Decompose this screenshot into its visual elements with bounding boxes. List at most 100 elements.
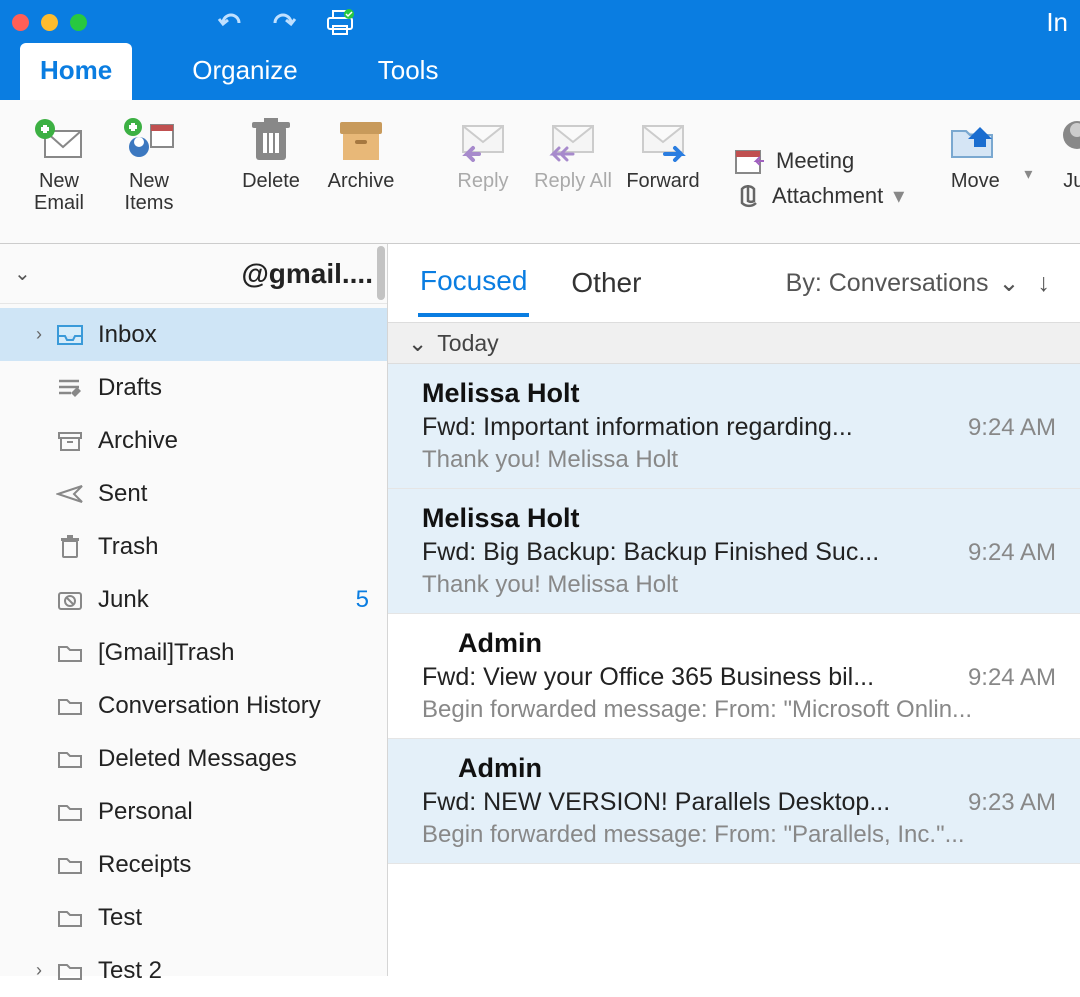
new-items-label: New Items: [108, 170, 190, 214]
folder-drafts[interactable]: Drafts: [0, 361, 387, 414]
message-preview: Begin forwarded message: From: "Parallel…: [422, 821, 1056, 849]
chevron-down-icon: ⌄: [999, 268, 1020, 298]
folder-label: Personal: [98, 798, 193, 826]
folder-icon: [54, 643, 86, 663]
account-row[interactable]: ⌄ @gmail....: [0, 244, 387, 304]
folder-icon: [54, 908, 86, 928]
delete-label: Delete: [242, 170, 300, 192]
maximize-window-button[interactable]: [70, 14, 87, 31]
folder-icon: [54, 855, 86, 875]
folder-label: Archive: [98, 427, 178, 455]
folder-label: Receipts: [98, 851, 191, 879]
account-name: @gmail....: [241, 258, 373, 290]
message-preview: Thank you! Melissa Holt: [422, 571, 1056, 599]
sort-dropdown[interactable]: By: Conversations ⌄ ↓: [786, 268, 1050, 298]
meeting-icon: [734, 147, 766, 175]
folder-personal[interactable]: Personal: [0, 785, 387, 838]
folder-test-2[interactable]: › Test 2: [0, 944, 387, 997]
message-time: 9:23 AM: [968, 789, 1056, 817]
folder-label: Drafts: [98, 374, 162, 402]
message-time: 9:24 AM: [968, 414, 1056, 442]
folder-test[interactable]: Test: [0, 891, 387, 944]
folder-label: Test 2: [98, 957, 162, 985]
trash-icon: [54, 535, 86, 559]
tab-home[interactable]: Home: [20, 43, 132, 100]
folder-label: Test: [98, 904, 142, 932]
attachment-label: Attachment: [772, 183, 883, 209]
reply-icon: [455, 114, 511, 166]
new-email-label: New Email: [18, 170, 100, 214]
message-item[interactable]: Melissa HoltFwd: Important information r…: [388, 364, 1080, 489]
archive-label: Archive: [328, 170, 395, 192]
delete-button[interactable]: Delete: [230, 110, 312, 192]
reply-button[interactable]: Reply: [442, 110, 524, 192]
undo-icon[interactable]: [217, 13, 243, 33]
message-preview: Thank you! Melissa Holt: [422, 446, 1056, 474]
close-window-button[interactable]: [12, 14, 29, 31]
move-button[interactable]: Move: [934, 110, 1016, 192]
attachment-button[interactable]: Attachment ▾: [734, 181, 904, 211]
folder-label: Conversation History: [98, 692, 321, 720]
scrollbar-thumb[interactable]: [377, 246, 385, 300]
folder--gmail-trash[interactable]: [Gmail]Trash: [0, 626, 387, 679]
meeting-button[interactable]: Meeting: [734, 147, 904, 175]
folder-label: Deleted Messages: [98, 745, 297, 773]
tab-focused[interactable]: Focused: [418, 249, 529, 317]
folder-icon: [54, 749, 86, 769]
folder-trash[interactable]: Trash: [0, 520, 387, 573]
chevron-down-icon: ▾: [893, 183, 904, 209]
folder-sidebar: ⌄ @gmail.... ›Inbox Drafts Archive Sent Tras…: [0, 244, 388, 976]
section-label: Today: [437, 330, 498, 357]
folder-sent[interactable]: Sent: [0, 467, 387, 520]
archive-button[interactable]: Archive: [320, 110, 402, 192]
move-dropdown-icon[interactable]: ▾: [1024, 164, 1032, 184]
folder-label: [Gmail]Trash: [98, 639, 234, 667]
folder-conversation-history[interactable]: Conversation History: [0, 679, 387, 732]
junk-button[interactable]: Junk: [1052, 110, 1080, 192]
folder-junk[interactable]: Junk5: [0, 573, 387, 626]
message-item[interactable]: AdminFwd: NEW VERSION! Parallels Desktop…: [388, 739, 1080, 864]
inbox-icon: [54, 324, 86, 346]
section-today[interactable]: ⌄ Today: [388, 322, 1080, 364]
tab-organize[interactable]: Organize: [172, 43, 318, 100]
tab-other[interactable]: Other: [569, 251, 643, 315]
junk-label: Junk: [1063, 170, 1080, 192]
folder-deleted-messages[interactable]: Deleted Messages: [0, 732, 387, 785]
window-title: In: [1046, 7, 1068, 38]
new-email-icon: [31, 114, 87, 166]
message-tabs: Focused Other By: Conversations ⌄ ↓: [388, 244, 1080, 322]
redo-icon[interactable]: [271, 13, 297, 33]
move-label: Move: [951, 170, 1000, 192]
chevron-right-icon: ›: [36, 324, 54, 345]
arrow-down-icon: ↓: [1038, 269, 1051, 298]
folder-icon: [54, 961, 86, 981]
tab-tools[interactable]: Tools: [358, 43, 459, 100]
message-item[interactable]: AdminFwd: View your Office 365 Business …: [388, 614, 1080, 739]
quick-access-toolbar: [217, 9, 355, 37]
attachment-icon: [734, 181, 762, 211]
print-icon[interactable]: [325, 9, 355, 37]
sort-label: By: Conversations: [786, 269, 989, 298]
titlebar: In: [0, 0, 1080, 45]
folder-archive[interactable]: Archive: [0, 414, 387, 467]
folder-label: Trash: [98, 533, 158, 561]
minimize-window-button[interactable]: [41, 14, 58, 31]
folder-inbox[interactable]: ›Inbox: [0, 308, 387, 361]
meeting-label: Meeting: [776, 148, 854, 174]
chevron-right-icon: ›: [36, 960, 54, 981]
message-time: 9:24 AM: [968, 664, 1056, 692]
ribbon-tabs: Home Organize Tools: [0, 45, 1080, 100]
drafts-icon: [54, 377, 86, 399]
new-email-button[interactable]: New Email: [18, 110, 100, 214]
forward-icon: [635, 114, 691, 166]
folder-receipts[interactable]: Receipts: [0, 838, 387, 891]
ribbon: New Email New Items Delete Archive Reply…: [0, 100, 1080, 244]
forward-button[interactable]: Forward: [622, 110, 704, 192]
message-item[interactable]: Melissa HoltFwd: Big Backup: Backup Fini…: [388, 489, 1080, 614]
message-list-pane: Focused Other By: Conversations ⌄ ↓ ⌄ To…: [388, 244, 1080, 976]
folder-icon: [54, 802, 86, 822]
reply-all-button[interactable]: Reply All: [532, 110, 614, 192]
sent-icon: [54, 484, 86, 504]
folder-label: Sent: [98, 480, 147, 508]
new-items-button[interactable]: New Items: [108, 110, 190, 214]
